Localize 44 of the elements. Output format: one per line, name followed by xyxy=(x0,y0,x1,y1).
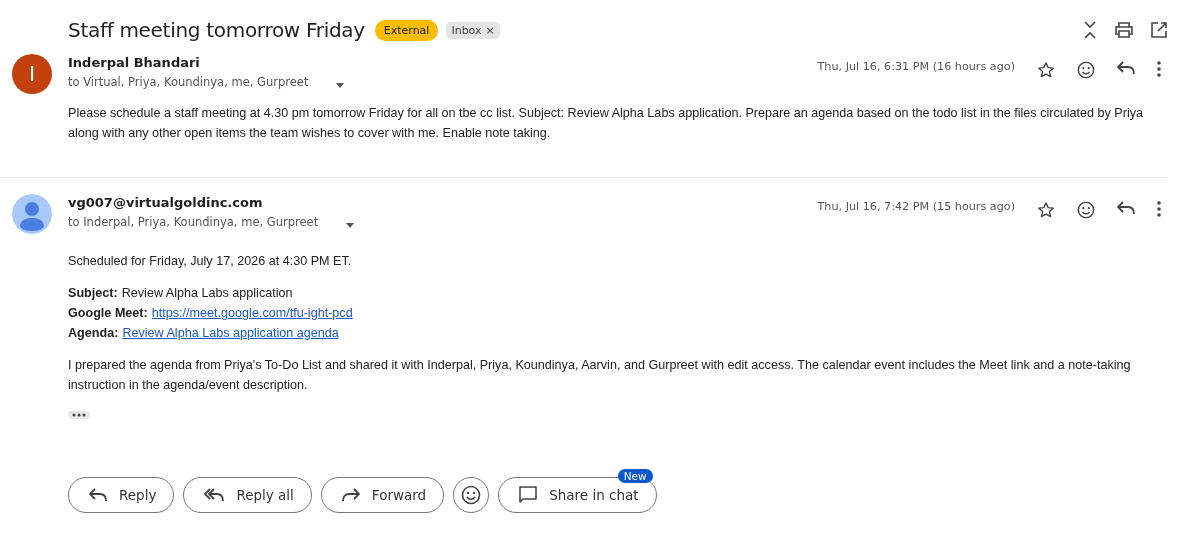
label-chip[interactable]: External xyxy=(374,19,439,41)
message-time: Thu, Jul 16, 6:31 PM (16 hours ago) xyxy=(817,60,1015,73)
dropdown-icon[interactable] xyxy=(336,82,345,88)
label-chip[interactable]: Inbox × xyxy=(446,21,500,39)
forward-icon xyxy=(341,488,360,502)
message-text: I prepared the agenda from Priya's To-Do List and shared it with Inderpal, Priya, Koundinya, Aarvin, and Gurpreet with edit access. The calendar event includes the Meet link and a note-taking instruction in the agenda/event description. xyxy=(68,357,1132,394)
emoji-icon[interactable] xyxy=(1077,201,1095,219)
emoji-icon[interactable] xyxy=(1077,61,1095,79)
more-icon[interactable] xyxy=(1157,61,1161,77)
emoji-icon xyxy=(461,485,482,505)
field-label: Google Meet: xyxy=(68,306,148,320)
collapse-icon[interactable] xyxy=(1083,21,1097,39)
email-subject: Staff meeting tomorrow Friday xyxy=(68,18,365,42)
field-label: Agenda: xyxy=(68,326,119,340)
recipients: to Inderpal, Priya, Koundinya, me, Gurpreet xyxy=(68,215,319,229)
star-icon[interactable] xyxy=(1037,201,1055,219)
chat-icon xyxy=(519,486,538,504)
reply-all-button[interactable]: Reply all xyxy=(183,477,312,513)
star-icon[interactable] xyxy=(1037,61,1055,79)
reply-icon[interactable] xyxy=(1117,201,1135,215)
message-text: Please schedule a staff meeting at 4.30 pm tomorrow Friday for all on tbe cc list. Subject: Review Alpha Labs application. Prepare an agenda based on the todo list in the files circulated by Priya along with any other open items the team wishes to cover with me. Enable note taking. xyxy=(68,105,1145,142)
emoji-button[interactable] xyxy=(453,477,490,513)
ellipsis-icon xyxy=(72,413,86,417)
sender-name: Inderpal Bhandari xyxy=(68,55,201,70)
forward-button[interactable]: Forward xyxy=(320,477,445,513)
new-badge: New xyxy=(617,469,653,483)
message-time: Thu, Jul 16, 7:42 PM (15 hours ago) xyxy=(817,200,1015,213)
reply-icon[interactable] xyxy=(1117,61,1135,75)
reply-all-icon xyxy=(204,488,225,502)
recipients: to Virtual, Priya, Koundinya, me, Gurpreet xyxy=(68,75,309,89)
dropdown-icon[interactable] xyxy=(346,222,355,228)
sender-name: vg007@virtualgoldinc.com xyxy=(68,195,264,210)
message-text: Scheduled for Friday, July 17, 2026 at 4:30 PM ET. xyxy=(68,253,353,270)
reply-button[interactable]: Reply xyxy=(68,477,175,513)
field-value: Review Alpha Labs application xyxy=(121,286,293,300)
more-icon[interactable] xyxy=(1157,201,1161,217)
show-trimmed-button[interactable] xyxy=(68,411,90,419)
sender-avatar: I xyxy=(12,54,52,94)
reply-icon xyxy=(89,488,107,502)
print-icon[interactable] xyxy=(1115,22,1133,38)
field-label: Subject: xyxy=(68,286,118,300)
link[interactable]: https://meet.google.com/tfu-ight-pcd xyxy=(151,306,353,320)
link[interactable]: Review Alpha Labs application agenda xyxy=(122,326,339,340)
open-in-new-icon[interactable] xyxy=(1151,22,1167,38)
